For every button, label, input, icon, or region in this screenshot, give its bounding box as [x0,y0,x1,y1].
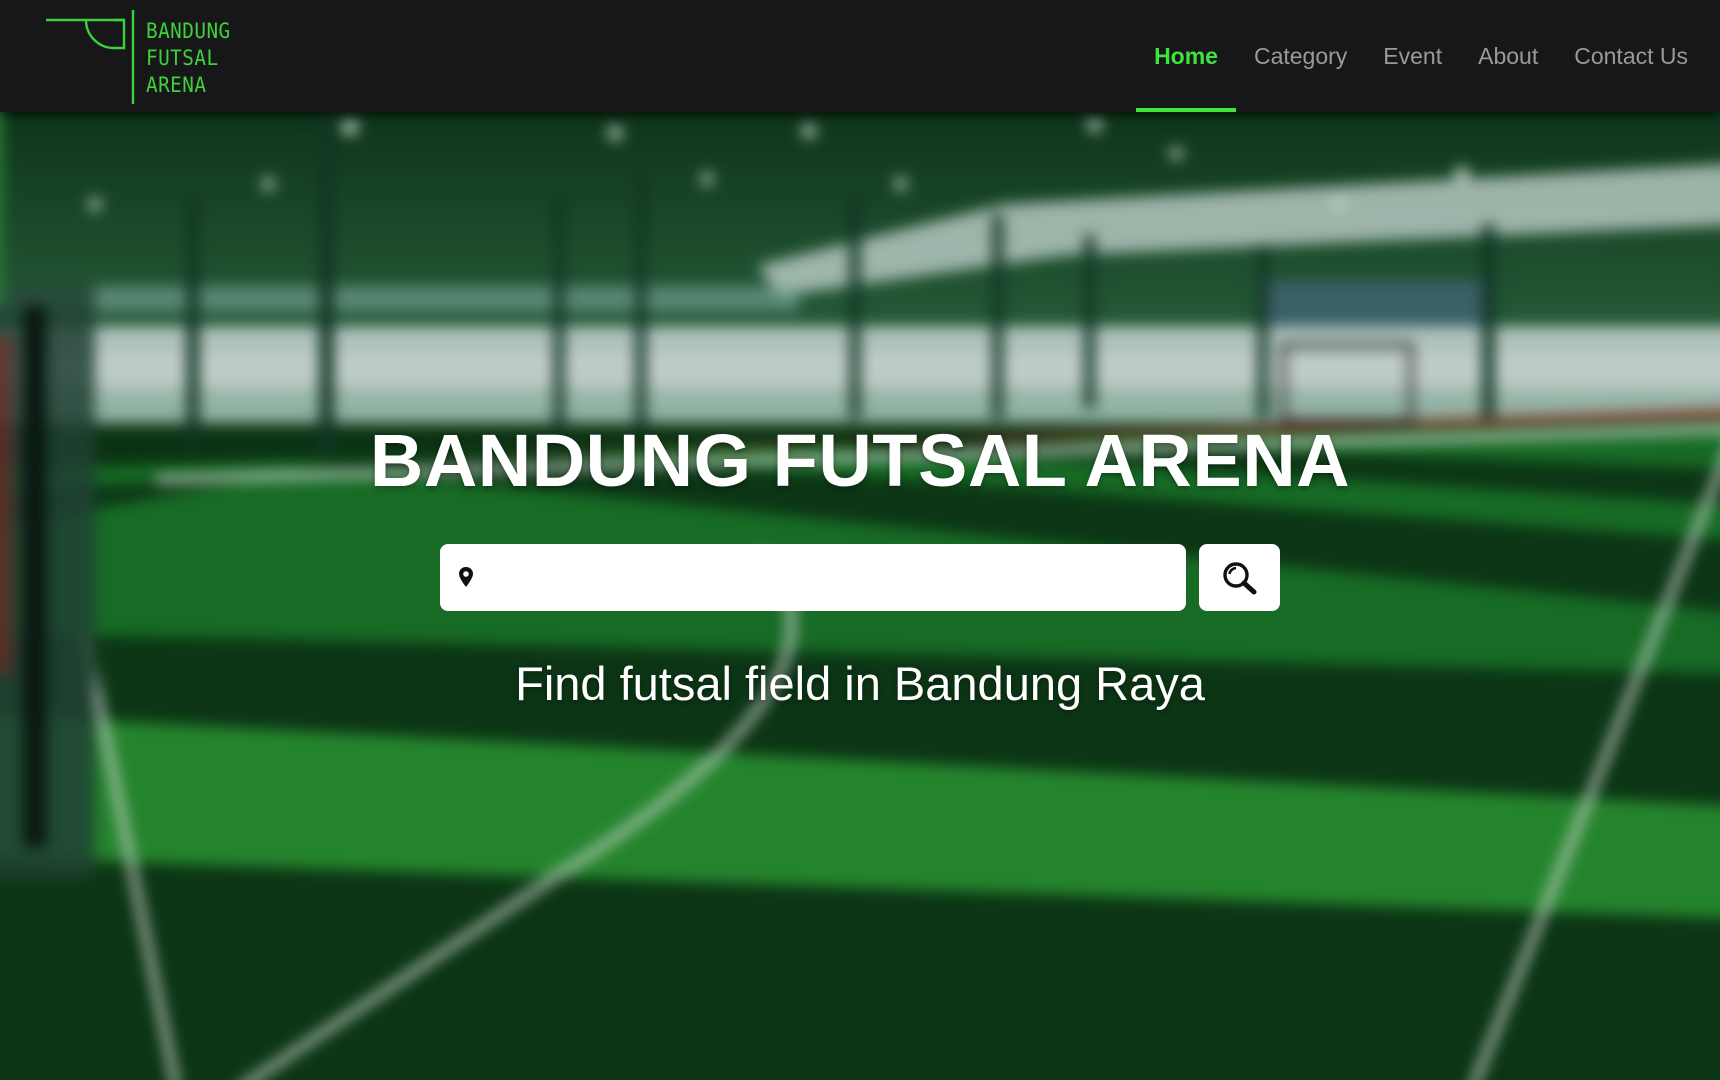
field-corner-logo-icon [46,10,135,104]
search-icon [1223,562,1257,595]
navbar: BANDUNG FUTSAL ARENA Home Category Event… [0,0,1720,112]
location-search-input[interactable] [486,544,1176,611]
logo-line: FUTSAL [146,46,219,70]
main-nav: Home Category Event About Contact Us [1136,0,1706,112]
logo-line: ARENA [146,73,207,97]
nav-item-category[interactable]: Category [1236,0,1365,112]
nav-item-event[interactable]: Event [1365,0,1460,112]
nav-item-contact-us[interactable]: Contact Us [1556,0,1706,112]
nav-item-about[interactable]: About [1460,0,1556,112]
nav-item-home[interactable]: Home [1136,0,1236,112]
map-pin-icon [459,567,473,587]
logo-text: BANDUNG FUTSAL ARENA [146,18,231,99]
hero-section: BANDUNG FUTSAL ARENA Find futsal field i… [0,112,1720,1080]
tagline-prefix: Find futsal field in [515,657,894,710]
brand-logo[interactable]: BANDUNG FUTSAL ARENA [46,8,246,106]
logo-line: BANDUNG [146,19,231,43]
hero-title: BANDUNG FUTSAL ARENA [369,419,1351,502]
hero-tagline: Find futsal field in Bandung Raya [0,656,1720,711]
location-search-box[interactable] [440,544,1186,611]
tagline-highlight: Bandung Raya [893,657,1205,710]
search-button[interactable] [1199,544,1280,611]
